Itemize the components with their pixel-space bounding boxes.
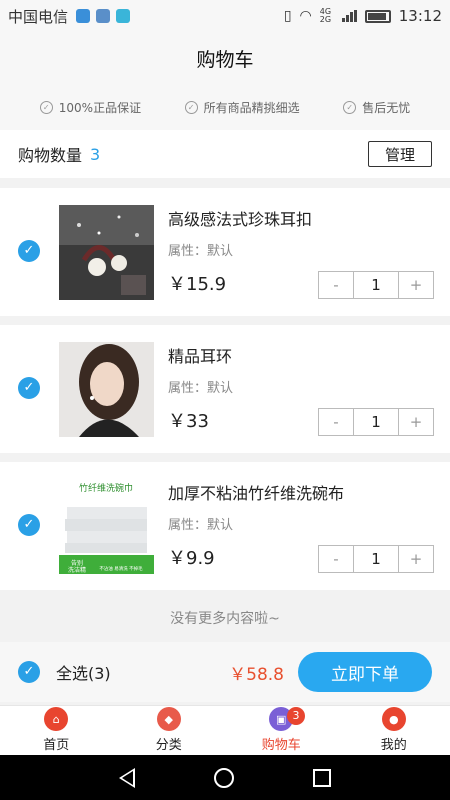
- back-icon[interactable]: [119, 767, 136, 788]
- tab-category[interactable]: ◆ 分类: [113, 706, 226, 755]
- carrier-name: 中国电信: [8, 7, 69, 26]
- check-circle-icon: ✓: [184, 100, 198, 114]
- cart-item: ✓ 高级感法式珍珠耳扣 属性：默认 ￥15.9 - 1 +: [0, 188, 450, 316]
- product-image-caption: 洗洁精: [68, 566, 86, 574]
- home-icon: ⌂: [44, 707, 69, 731]
- quantity-stepper: - 1 +: [318, 408, 434, 436]
- product-image-caption: 告别: [71, 559, 83, 567]
- quantity-value[interactable]: 1: [352, 546, 400, 572]
- quantity-value[interactable]: 1: [352, 272, 400, 298]
- guarantee-item: ✓ 售后无忧: [343, 99, 410, 116]
- battery-icon: [364, 9, 391, 23]
- tab-profile[interactable]: ● 我的: [338, 706, 450, 755]
- decrease-button[interactable]: -: [319, 546, 353, 572]
- quantity-stepper: - 1 +: [318, 545, 434, 573]
- product-attribute: 属性：默认: [168, 381, 234, 396]
- product-price: ￥33: [168, 411, 209, 432]
- increase-button[interactable]: +: [399, 546, 433, 572]
- tab-home[interactable]: ⌂ 首页: [0, 706, 113, 755]
- increase-button[interactable]: +: [399, 272, 433, 298]
- item-select-checkbox[interactable]: ✓: [18, 514, 40, 536]
- tab-cart[interactable]: ▣ 3 购物车: [225, 706, 338, 755]
- location-icon: [76, 9, 91, 23]
- product-title[interactable]: 高级感法式珍珠耳扣: [168, 206, 312, 230]
- cart-item: ✓ 精品耳环 属性：默认 ￥33 - 1 +: [0, 325, 450, 453]
- cart-badge: 3: [287, 707, 305, 725]
- cart-count-value: 3: [90, 144, 101, 164]
- system-nav-bar: [0, 755, 450, 800]
- product-image-caption: 竹纤维洗碗巾: [79, 482, 133, 494]
- guarantee-item: ✓ 所有商品精挑细选: [184, 99, 300, 116]
- increase-button[interactable]: +: [399, 409, 433, 435]
- quantity-stepper: - 1 +: [318, 271, 434, 299]
- total-price: ￥58.8: [229, 664, 284, 685]
- guarantee-label: 100%正品保证: [58, 100, 142, 115]
- end-of-list-text: 没有更多内容啦~: [170, 611, 280, 627]
- page-title: 购物车: [196, 48, 254, 71]
- product-image[interactable]: [59, 342, 154, 437]
- manage-button[interactable]: 管理: [368, 141, 432, 167]
- decrease-button[interactable]: -: [319, 409, 353, 435]
- product-attribute: 属性：默认: [168, 244, 234, 259]
- clock: 13:12: [398, 7, 442, 25]
- status-bar: 中国电信 ▯ ◠ 4G 2G 13:12: [0, 0, 450, 32]
- profile-icon: ●: [381, 707, 406, 731]
- guarantee-bar: ✓ 100%正品保证 ✓ 所有商品精挑细选 ✓ 售后无忧: [0, 84, 450, 130]
- product-attribute: 属性：默认: [168, 518, 234, 533]
- product-image[interactable]: [59, 205, 154, 300]
- cart-count-label: 购物数量: [18, 146, 83, 165]
- home-circle-icon[interactable]: [213, 767, 234, 788]
- check-circle-icon: ✓: [39, 100, 53, 114]
- wifi-icon: ◠: [299, 8, 312, 24]
- place-order-button[interactable]: 立即下单: [298, 652, 432, 692]
- shield-notification-icon: [116, 9, 131, 23]
- network-type: 4G 2G: [319, 7, 332, 24]
- image-notification-icon: [96, 9, 111, 23]
- product-title[interactable]: 精品耳环: [168, 343, 232, 367]
- recent-apps-icon[interactable]: [312, 768, 331, 787]
- page-header: 购物车: [0, 32, 450, 84]
- guarantee-item: ✓ 100%正品保证: [39, 99, 142, 116]
- vibrate-icon: ▯: [283, 8, 292, 24]
- product-image-caption: 不沾油 易清洗 不掉毛: [99, 565, 143, 572]
- product-image[interactable]: 竹纤维洗碗巾 告别 洗洁精 不沾油 易清洗 不掉毛: [59, 479, 154, 574]
- product-price: ￥15.9: [168, 274, 227, 295]
- category-icon: ◆: [156, 707, 181, 731]
- checkout-bar: ✓ 全选(3) ￥58.8 立即下单: [0, 642, 450, 702]
- tab-label: 分类: [155, 738, 182, 753]
- guarantee-label: 售后无忧: [362, 100, 411, 115]
- tab-label: 首页: [43, 738, 70, 753]
- item-select-checkbox[interactable]: ✓: [18, 377, 40, 399]
- tab-label: 我的: [380, 738, 407, 753]
- decrease-button[interactable]: -: [319, 272, 353, 298]
- quantity-value[interactable]: 1: [352, 409, 400, 435]
- select-all-checkbox[interactable]: ✓: [18, 661, 40, 683]
- check-circle-icon: ✓: [343, 100, 357, 114]
- select-all-label[interactable]: 全选(3): [56, 660, 111, 684]
- tab-label: 购物车: [261, 738, 301, 753]
- item-select-checkbox[interactable]: ✓: [18, 240, 40, 262]
- cart-item: ✓ 竹纤维洗碗巾 告别 洗洁精 不沾油 易清洗 不掉毛 加厚不粘油竹纤维洗碗布 …: [0, 462, 450, 590]
- cart-count-bar: 购物数量 3 管理: [0, 130, 450, 178]
- signal-icon: [341, 10, 357, 22]
- product-price: ￥9.9: [168, 548, 215, 569]
- bottom-tab-bar: ⌂ 首页 ◆ 分类 ▣ 3 购物车 ● 我的: [0, 705, 450, 755]
- product-title[interactable]: 加厚不粘油竹纤维洗碗布: [168, 480, 344, 504]
- guarantee-label: 所有商品精挑细选: [203, 100, 300, 115]
